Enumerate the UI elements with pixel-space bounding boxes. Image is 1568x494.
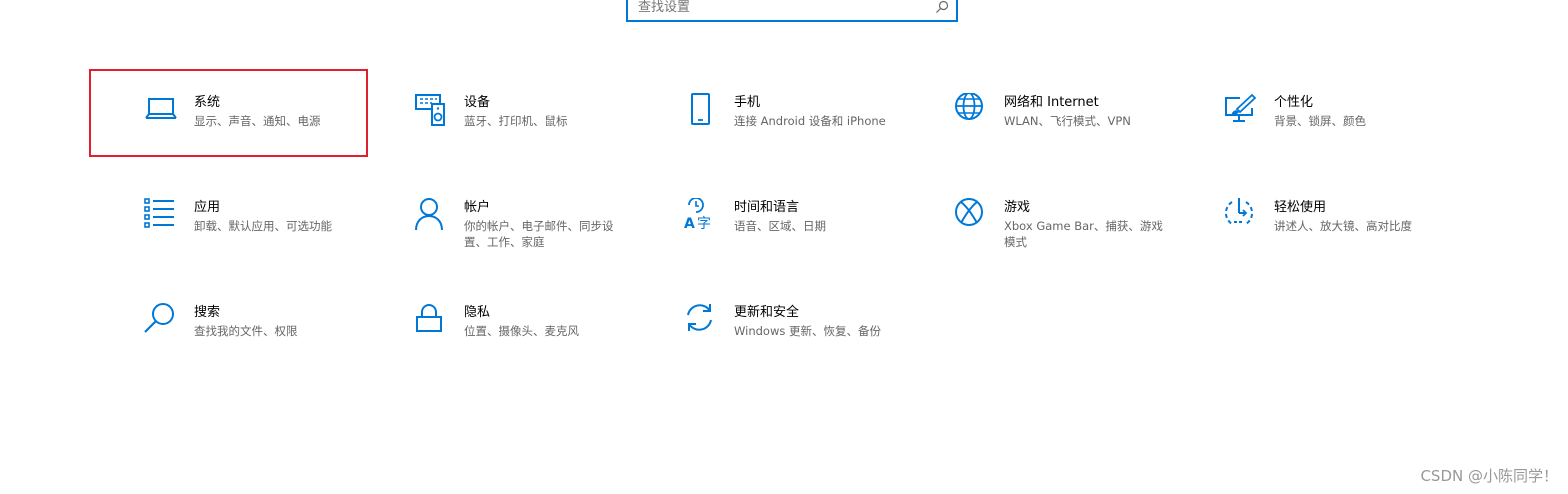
watermark: CSDN @小陈同学！ [1420,467,1558,485]
tile-title: 搜索 [194,305,221,320]
xbox-icon [954,198,988,232]
tile-title: 轻松使用 [1274,200,1327,215]
svg-text:字: 字 [697,216,711,232]
search-icon [144,303,178,337]
search-icon[interactable] [934,0,950,15]
tile-title: 应用 [194,200,221,215]
tile-privacy[interactable]: 隐私 位置、摄像头、麦克风 [414,303,674,383]
tile-description: 背景、锁屏、颜色 [1274,114,1366,128]
tile-description: 查找我的文件、权限 [194,324,298,338]
tile-title: 隐私 [464,305,491,320]
tile-description: Xbox Game Bar、捕获、游戏模式 [1004,219,1163,249]
update-sync-icon [684,303,718,337]
tile-description: 蓝牙、打印机、鼠标 [464,114,568,128]
tile-network[interactable]: 网络和 Internet WLAN、飞行模式、VPN [954,93,1214,173]
search-box[interactable] [626,0,958,22]
tile-description: Windows 更新、恢复、备份 [734,324,881,338]
tile-description: 位置、摄像头、麦克风 [464,324,579,338]
tile-description: 卸载、默认应用、可选功能 [194,219,332,233]
tile-title: 设备 [464,95,491,110]
tile-apps[interactable]: 应用 卸载、默认应用、可选功能 [144,198,404,278]
tile-personalization[interactable]: 个性化 背景、锁屏、颜色 [1224,93,1484,173]
tile-title: 更新和安全 [734,305,800,320]
devices-icon [414,93,448,127]
person-icon [414,198,448,232]
tile-search[interactable]: 搜索 查找我的文件、权限 [144,303,404,383]
tile-title: 手机 [734,95,761,110]
tile-title: 网络和 Internet [1004,95,1099,110]
tile-gaming[interactable]: 游戏 Xbox Game Bar、捕获、游戏模式 [954,198,1214,278]
tile-description: 连接 Android 设备和 iPhone [734,114,886,128]
tile-title: 个性化 [1274,95,1314,110]
ease-of-access-icon [1224,198,1258,232]
tile-title: 时间和语言 [734,200,800,215]
globe-icon [954,93,988,127]
lock-icon [414,303,448,337]
tile-description: 语音、区域、日期 [734,219,826,233]
svg-text:A: A [684,216,695,232]
highlight-box [89,69,368,157]
tile-accounts[interactable]: 帐户 你的帐户、电子邮件、同步设置、工作、家庭 [414,198,674,278]
tile-description: WLAN、飞行模式、VPN [1004,114,1131,128]
tile-title: 帐户 [464,200,491,215]
search-input[interactable] [638,0,928,18]
tile-title: 游戏 [1004,200,1031,215]
tile-devices[interactable]: 设备 蓝牙、打印机、鼠标 [414,93,674,173]
time-language-icon: A 字 [684,198,718,232]
tile-time-language[interactable]: A 字 时间和语言 语音、区域、日期 [684,198,944,278]
apps-list-icon [144,198,178,232]
tile-phone[interactable]: 手机 连接 Android 设备和 iPhone [684,93,944,173]
tile-update-security[interactable]: 更新和安全 Windows 更新、恢复、备份 [684,303,944,383]
phone-icon [684,93,718,127]
personalization-icon [1224,93,1258,127]
tile-description: 你的帐户、电子邮件、同步设置、工作、家庭 [464,219,614,249]
tile-ease-of-access[interactable]: 轻松使用 讲述人、放大镜、高对比度 [1224,198,1484,278]
tile-description: 讲述人、放大镜、高对比度 [1274,219,1412,233]
